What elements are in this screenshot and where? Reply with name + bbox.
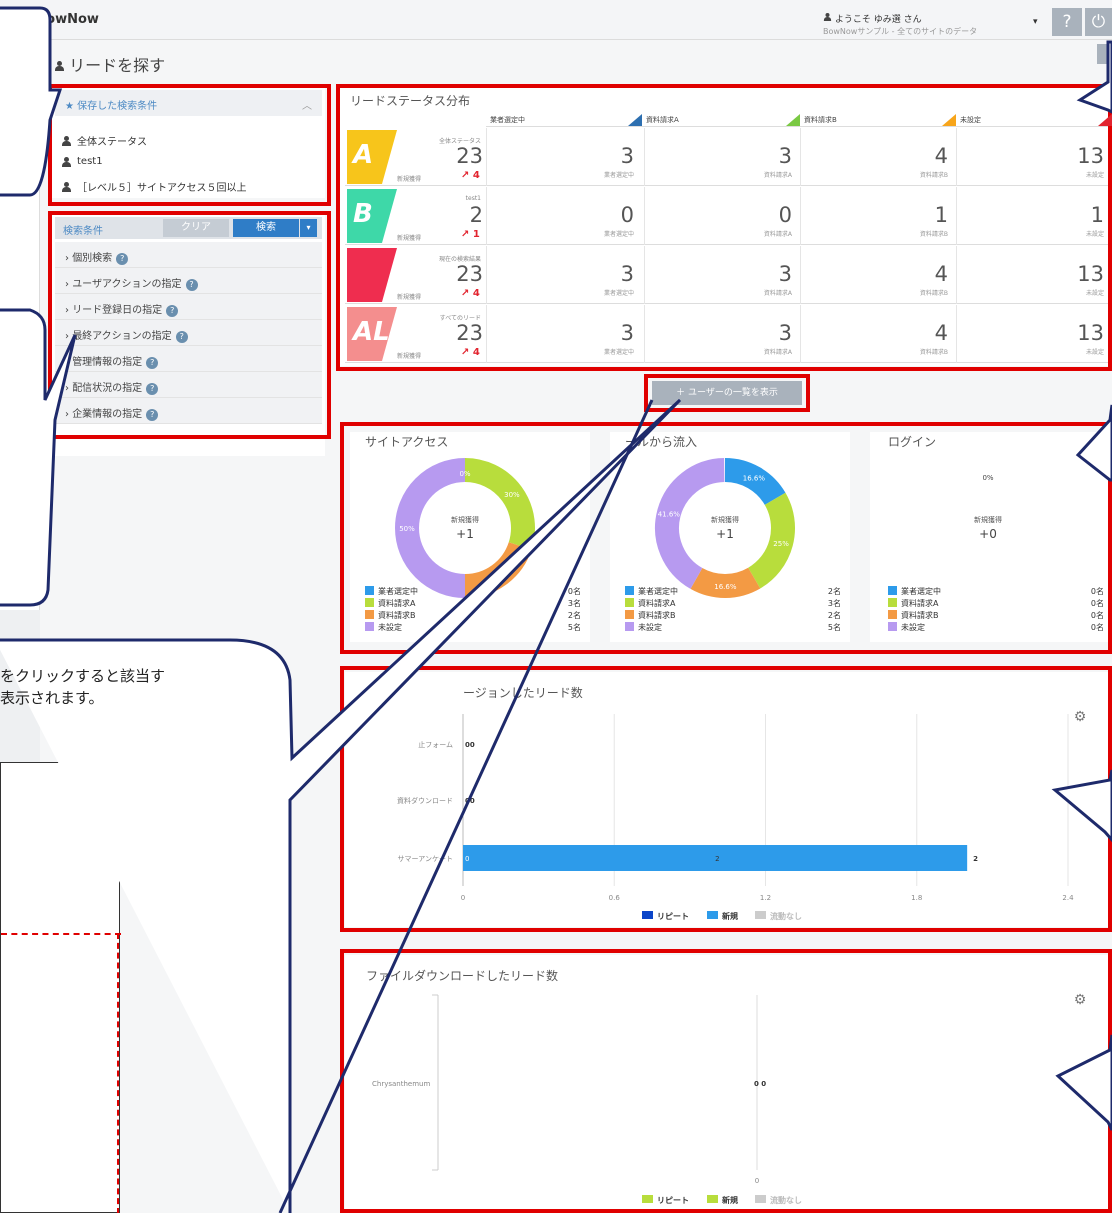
bubble-text: をクリックすると該当す 表示されます。: [0, 665, 165, 709]
app-window: ♡BowNow ようこそ ゆみ選 さん BowNowサンプル - 全てのサイトの…: [0, 0, 1112, 1213]
bubble-pointer: [278, 399, 654, 1213]
speech-bubble: [1076, 40, 1112, 114]
speech-bubble: [0, 6, 63, 197]
bubble-text-line: 表示されます。: [0, 689, 104, 707]
bubble-text-line: をクリックすると該当す: [0, 667, 166, 685]
speech-bubble: [1051, 769, 1112, 843]
speech-bubble: [0, 308, 77, 607]
speech-bubble-overlay: [0, 6, 1112, 1213]
speech-bubble: [1055, 1034, 1112, 1131]
speech-bubble: [0, 398, 682, 1213]
speech-bubble: [1075, 404, 1112, 482]
